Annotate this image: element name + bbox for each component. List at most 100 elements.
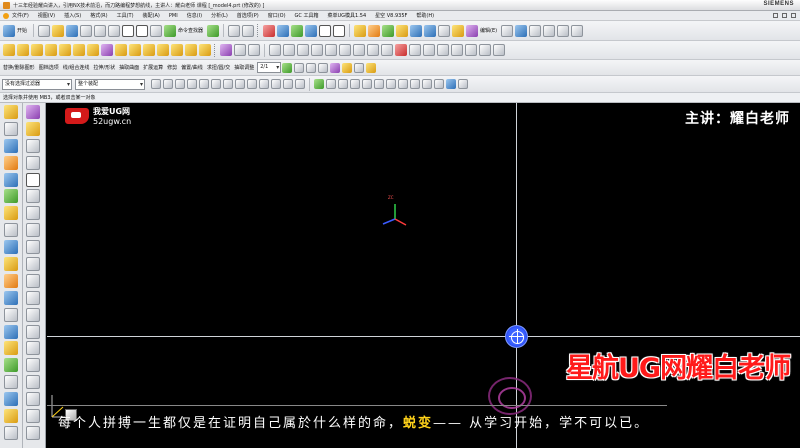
menu-window[interactable]: 窗口(O) xyxy=(268,12,286,19)
mold-wizard-icon[interactable] xyxy=(466,24,479,37)
dimension-icon[interactable] xyxy=(294,62,305,73)
select-all-icon[interactable] xyxy=(151,79,161,89)
snap-bounded-icon[interactable] xyxy=(458,79,468,89)
command-finder-label[interactable]: 命令查找器 xyxy=(178,27,203,34)
table-icon[interactable] xyxy=(366,62,377,73)
ellipse-icon[interactable] xyxy=(367,44,379,56)
intersect-icon[interactable] xyxy=(143,44,155,56)
trim-body-icon[interactable] xyxy=(234,44,246,56)
slot-icon[interactable] xyxy=(87,44,99,56)
menu-help[interactable]: 帮助(H) xyxy=(416,12,434,19)
select-feature-icon[interactable] xyxy=(175,79,185,89)
subtract-icon[interactable] xyxy=(129,44,141,56)
restore-icon[interactable] xyxy=(782,13,787,18)
bridge-curve-icon[interactable] xyxy=(437,44,449,56)
resource-pad-icon[interactable] xyxy=(4,223,18,238)
resource-hole-icon[interactable] xyxy=(4,172,18,187)
boss-icon[interactable] xyxy=(45,44,57,56)
resource-datum-csys-icon[interactable] xyxy=(26,155,40,170)
resource-shell-icon[interactable] xyxy=(4,358,18,373)
edit-object-icon[interactable] xyxy=(571,24,584,37)
block-feature-icon[interactable] xyxy=(354,24,367,37)
save-icon[interactable] xyxy=(66,24,79,37)
snap-mid-icon[interactable] xyxy=(326,79,336,89)
resource-blend-icon[interactable] xyxy=(4,324,18,339)
edit-surface-icon[interactable] xyxy=(515,24,528,37)
edit-menu-label[interactable]: 编辑(E) xyxy=(480,27,497,34)
nx-menu-icon[interactable] xyxy=(3,12,9,19)
resource-join-icon[interactable] xyxy=(26,358,40,373)
resource-offset-curve-icon[interactable] xyxy=(26,307,40,322)
shaded-sphere-icon[interactable] xyxy=(207,24,220,37)
rectangle-icon[interactable] xyxy=(339,44,351,56)
resource-project-icon[interactable] xyxy=(26,324,40,339)
select-curve-icon[interactable] xyxy=(223,79,233,89)
snap-view-icon[interactable] xyxy=(228,24,241,37)
edit-curve-icon[interactable] xyxy=(501,24,514,37)
render-style-icon[interactable] xyxy=(291,24,304,37)
copy-icon[interactable] xyxy=(94,24,107,37)
tool-drawing-options[interactable]: 图档选项 xyxy=(39,64,59,71)
select-datum-icon[interactable] xyxy=(271,79,281,89)
resource-draft-icon[interactable] xyxy=(4,375,18,390)
menu-file[interactable]: 文件(F) xyxy=(12,12,29,19)
resource-line-icon[interactable] xyxy=(26,172,40,187)
edit-feature-icon[interactable] xyxy=(529,24,542,37)
select-point-icon[interactable] xyxy=(235,79,245,89)
resource-revolve-icon[interactable] xyxy=(4,290,18,305)
resource-datum-plane-icon[interactable] xyxy=(26,121,40,136)
minimize-icon[interactable] xyxy=(773,13,778,18)
edit-parameters-icon[interactable] xyxy=(543,24,556,37)
resource-bridge-icon[interactable] xyxy=(26,341,40,356)
resource-circle-icon[interactable] xyxy=(26,240,40,255)
offset-face-icon[interactable] xyxy=(220,44,232,56)
unite-icon[interactable] xyxy=(115,44,127,56)
snap-on-curve-icon[interactable] xyxy=(434,79,444,89)
start-icon[interactable] xyxy=(3,24,15,37)
resource-extend-icon[interactable] xyxy=(26,409,40,424)
spline-icon[interactable] xyxy=(311,44,323,56)
fillet-curve-icon[interactable] xyxy=(395,44,407,56)
grid-snap-icon[interactable] xyxy=(282,62,293,73)
resource-slot-icon[interactable] xyxy=(4,240,18,255)
tool-offset-curve[interactable]: 偏置/曲线 xyxy=(181,64,203,71)
move-component-icon[interactable] xyxy=(410,24,423,37)
point-icon[interactable] xyxy=(325,44,337,56)
resource-datum-axis-icon[interactable] xyxy=(26,138,40,153)
constraint-icon[interactable] xyxy=(424,24,437,37)
cylinder-feature-icon[interactable] xyxy=(368,24,381,37)
pocket-icon[interactable] xyxy=(59,44,71,56)
graphics-window[interactable]: 我爱UG网 52ugw.cn 主讲：耀白老师 ZC 星航UG网耀白老师 每个人拼… xyxy=(47,103,800,448)
background-icon[interactable] xyxy=(305,24,318,37)
resource-scale-icon[interactable] xyxy=(4,425,18,440)
tool-circle-intersect[interactable]: 求扭/圆/交 xyxy=(207,64,230,71)
menu-pmi[interactable]: PMI xyxy=(169,13,178,19)
snap-control-icon[interactable] xyxy=(338,79,348,89)
resource-sketch-icon[interactable] xyxy=(26,105,40,119)
pad-icon[interactable] xyxy=(73,44,85,56)
resource-text-icon[interactable] xyxy=(26,223,40,238)
fit-view-icon[interactable] xyxy=(242,24,255,37)
snap-intersect-icon[interactable] xyxy=(410,79,420,89)
resource-sphere-icon[interactable] xyxy=(4,155,18,170)
explode-icon[interactable] xyxy=(438,24,451,37)
resource-cylinder-icon[interactable] xyxy=(4,121,18,136)
resource-groove-icon[interactable] xyxy=(4,257,18,272)
resource-thicken-icon[interactable] xyxy=(4,409,18,424)
edit-position-icon[interactable] xyxy=(557,24,570,37)
menu-gc-toolkit[interactable]: GC 工具箱 xyxy=(295,12,319,19)
tool-combine-lines[interactable]: 线/组合连线 xyxy=(63,64,90,71)
open-folder-icon[interactable] xyxy=(52,24,65,37)
project-curve-icon[interactable] xyxy=(423,44,435,56)
menu-tools[interactable]: 工具(T) xyxy=(117,12,134,19)
rectangle-select-icon[interactable] xyxy=(295,79,305,89)
select-sketch-icon[interactable] xyxy=(247,79,257,89)
snap-tangent-icon[interactable] xyxy=(374,79,384,89)
snap-curve-icon[interactable] xyxy=(362,79,372,89)
menu-xingkong-plugin[interactable]: 星空 V8.935F xyxy=(375,12,407,19)
join-curve-icon[interactable] xyxy=(451,44,463,56)
new-file-icon[interactable] xyxy=(38,24,51,37)
mark-icon[interactable] xyxy=(330,62,341,73)
menu-insert[interactable]: 插入(S) xyxy=(64,12,81,19)
menu-view[interactable]: 视图(V) xyxy=(38,12,55,19)
